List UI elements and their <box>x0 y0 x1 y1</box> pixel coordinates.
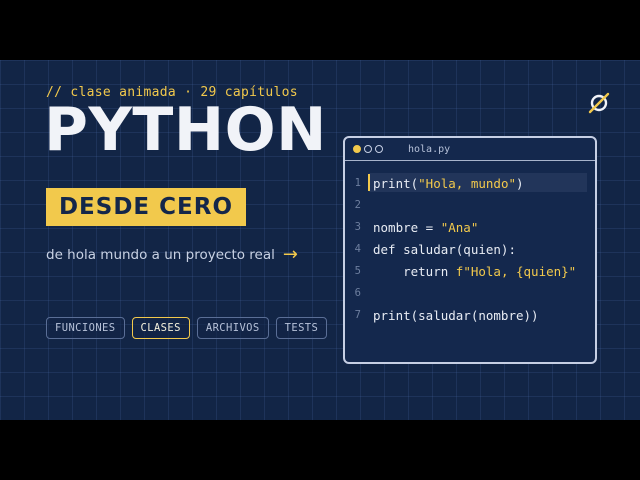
editor-titlebar: hola.py <box>345 138 595 161</box>
code-line: 7 print(saludar(nombre)) <box>345 304 595 326</box>
code-line: 6 <box>345 282 595 304</box>
code-line: 5 return f"Hola, {quien}" <box>345 260 595 282</box>
subtitle-highlight: DESDE CERO <box>46 188 246 226</box>
line-number: 6 <box>354 287 361 299</box>
code-line: 2 <box>345 194 595 216</box>
code-editor-window: hola.py 1 print("Hola, mundo") 2 3 nombr… <box>343 136 597 364</box>
line-number: 5 <box>354 265 361 277</box>
code-text: print("Hola, mundo") <box>373 175 524 191</box>
line-number: 4 <box>354 243 361 255</box>
code-text: def saludar(quien): <box>373 241 516 257</box>
main-title: PYTHON <box>44 95 327 165</box>
tag-archivos[interactable]: ARCHIVOS <box>196 317 269 339</box>
topic-tags: FUNCIONES CLASES ARCHIVOS TESTS <box>46 317 328 339</box>
window-dot-icon[interactable] <box>364 145 372 153</box>
tagline-text: de hola mundo a un proyecto real <box>46 247 275 263</box>
text-caret <box>368 174 370 191</box>
line-number: 3 <box>354 221 361 233</box>
thumbnail-frame: // clase animada · 29 capítulos PYTHON D… <box>0 60 640 420</box>
right-arrow-icon: → <box>282 244 298 265</box>
window-dot-icon[interactable] <box>375 145 383 153</box>
code-line: 4 def saludar(quien): <box>345 238 595 260</box>
code-text: nombre = "Ana" <box>373 219 479 235</box>
tag-clases[interactable]: CLASES <box>131 317 190 339</box>
code-line: 1 print("Hola, mundo") <box>345 172 595 194</box>
tag-funciones[interactable]: FUNCIONES <box>46 317 125 339</box>
window-dot-yellow-icon[interactable] <box>353 145 361 153</box>
editor-filename: hola.py <box>408 143 451 155</box>
line-number: 7 <box>354 309 361 321</box>
tagline: de hola mundo a un proyecto real → <box>46 246 298 264</box>
code-area[interactable]: 1 print("Hola, mundo") 2 3 nombre = "Ana… <box>345 172 595 326</box>
code-text: print(saludar(nombre)) <box>373 307 539 323</box>
code-line: 3 nombre = "Ana" <box>345 216 595 238</box>
line-number: 1 <box>354 177 361 189</box>
line-number: 2 <box>354 199 361 211</box>
slashed-circle-logo-icon <box>588 92 610 114</box>
tag-tests[interactable]: TESTS <box>275 317 328 339</box>
code-text: return f"Hola, {quien}" <box>373 263 577 279</box>
